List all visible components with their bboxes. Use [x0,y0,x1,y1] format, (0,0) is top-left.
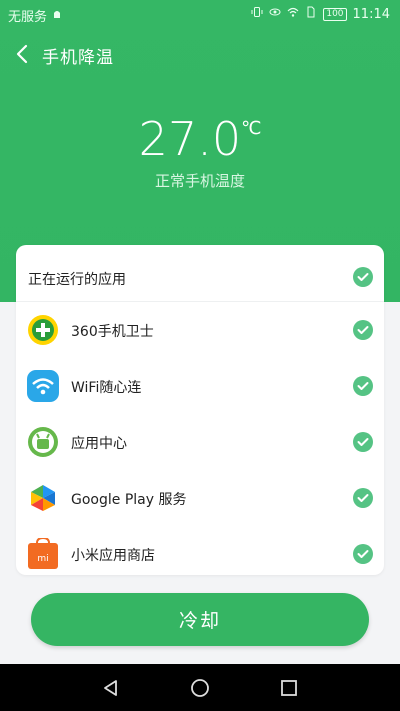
wifi-icon [27,370,59,402]
list-item-label: 小米应用商店 [71,548,155,564]
sim-icon [305,6,317,22]
running-apps-header[interactable]: 正在运行的应用 [16,245,384,302]
nav-recents-icon[interactable] [277,676,301,700]
back-arrow-icon [16,44,28,64]
back-button[interactable] [8,40,36,68]
check-icon[interactable] [353,376,373,396]
check-icon[interactable] [353,488,373,508]
page-title: 手机降温 [42,48,114,68]
nav-home-icon[interactable] [188,676,212,700]
list-item-label: 360手机卫士 [71,324,154,340]
running-apps-card: 正在运行的应用 360手机卫士 WiFi随心连 应用中心 Google Play… [16,245,384,575]
list-item[interactable]: 360手机卫士 [16,302,384,358]
temperature-caption: 正常手机温度 [154,172,245,190]
list-item[interactable]: 应用中心 [16,414,384,470]
xiaomi-store-icon: mi [27,536,59,570]
cool-down-button[interactable]: 冷却 [31,593,369,646]
title-bar: 手机降温 [0,34,400,74]
wifi-status-icon [287,6,299,22]
temperature-display: 27.0℃ [0,112,400,166]
select-all-check-icon[interactable] [353,267,373,287]
carrier-text: 无服务 [8,10,48,25]
svg-text:mi: mi [37,554,48,564]
list-item[interactable]: Google Play 服务 [16,470,384,526]
status-bar: 无服务 100 11:14 [0,0,400,28]
eye-icon [269,6,281,22]
list-item[interactable]: mi 小米应用商店 [16,526,384,575]
temperature-unit: ℃ [241,118,262,139]
vibrate-icon [251,6,263,22]
temperature-value: 27.0 [138,112,242,166]
list-item[interactable]: WiFi随心连 [16,358,384,414]
clock: 11:14 [352,6,390,22]
app-center-icon [27,426,59,458]
list-item-label: Google Play 服务 [71,492,187,508]
list-item-label: 应用中心 [71,436,127,452]
check-icon[interactable] [353,320,373,340]
360-security-icon [27,314,59,346]
battery-indicator: 100 [323,7,347,21]
notification-icon [51,8,63,24]
google-play-services-icon [27,482,59,514]
system-nav-bar [0,664,400,711]
check-icon[interactable] [353,544,373,564]
check-icon[interactable] [353,432,373,452]
running-apps-label: 正在运行的应用 [28,272,126,288]
list-item-label: WiFi随心连 [71,380,142,396]
nav-back-icon[interactable] [99,676,123,700]
